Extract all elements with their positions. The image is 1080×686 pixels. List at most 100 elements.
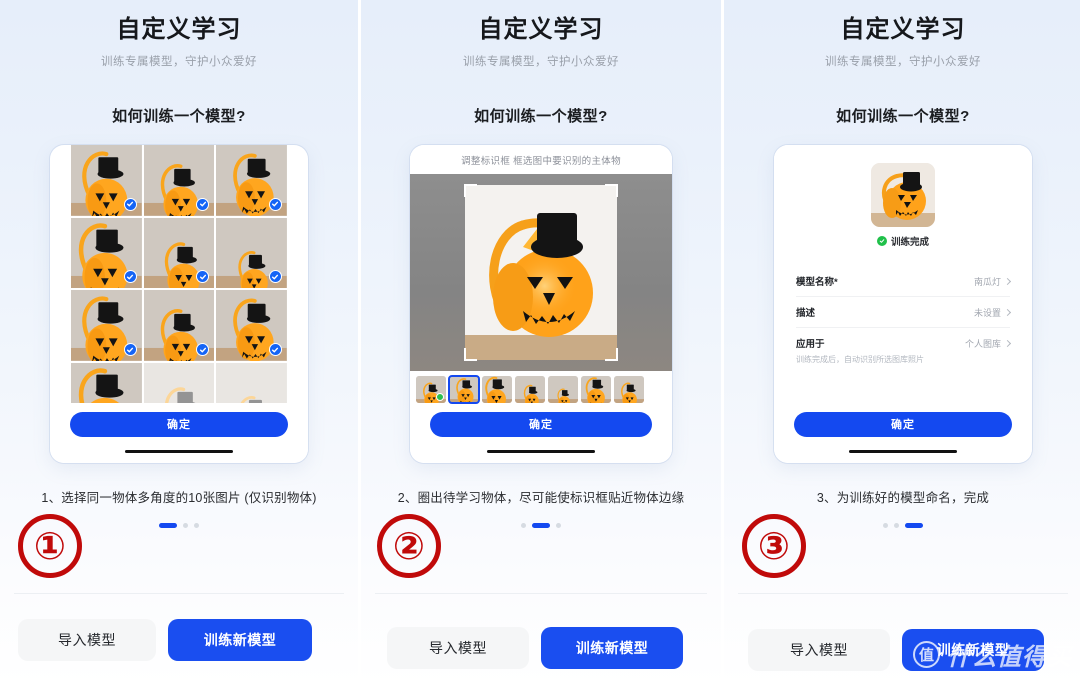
form-row-label: 应用于 [796, 339, 825, 350]
page-title: 自定义学习 [116, 16, 242, 43]
page-subtitle: 训练专属模型，守护小众爱好 [463, 56, 619, 68]
pumpkin-photo-icon [216, 363, 287, 403]
form-row-note: 训练完成后，自动识别所选图库照片 [796, 355, 924, 364]
photo-selected-check-icon[interactable] [123, 343, 137, 357]
photo-grid-item[interactable] [71, 290, 142, 362]
filmstrip-thumbnail[interactable] [515, 375, 545, 403]
form-row-label: 描述 [796, 308, 816, 319]
model-form-row[interactable]: 模型名称* 南瓜灯 [796, 266, 1012, 296]
training-status-label: 训练完成 [890, 237, 929, 248]
train-new-model-button[interactable]: 训练新模型 [541, 627, 683, 669]
page-dot-active[interactable] [159, 523, 177, 528]
filmstrip-thumbnail[interactable] [416, 375, 446, 403]
photo-grid-item[interactable] [143, 363, 215, 403]
filmstrip-thumbnail[interactable] [448, 374, 480, 404]
model-form: 模型名称* 南瓜灯描述 未设置应用于 个人图库训练完成后，自动识别所选图库照片 [796, 266, 1012, 365]
phone-mock-editor: 调整标识框 框选图中要识别的主体物 确定 [410, 145, 672, 463]
step-caption: 3、为训练好的模型命名，完成 [816, 491, 990, 505]
import-model-button[interactable]: 导入模型 [387, 627, 529, 669]
form-row-value: 个人图库 [964, 338, 1001, 349]
model-form-row[interactable]: 描述 未设置 [796, 297, 1012, 327]
step-number-badge-2: ② [377, 514, 441, 578]
subject-photo [464, 183, 618, 361]
pumpkin-photo-icon [143, 363, 215, 403]
section-question: 如何训练一个模型? [474, 108, 608, 125]
photo-grid-item[interactable] [143, 145, 215, 216]
photo-grid-item[interactable] [216, 145, 287, 216]
form-row-label: 模型名称* [796, 277, 838, 288]
confirm-button[interactable]: 确定 [70, 411, 288, 437]
chevron-right-icon [1003, 339, 1012, 347]
pumpkin-photo-icon [71, 363, 142, 403]
photo-grid-item[interactable] [71, 217, 142, 289]
step-number-badge-3: ③ [742, 514, 806, 578]
comparison-stage: 自定义学习 训练专属模型，守护小众爱好 如何训练一个模型? 确定 1、选择同一物… [0, 0, 1080, 686]
home-indicator [849, 449, 957, 453]
bounding-box[interactable] [464, 183, 618, 361]
page-dot[interactable] [894, 523, 899, 528]
photo-grid[interactable] [50, 145, 308, 403]
divider [14, 593, 344, 594]
train-new-model-button[interactable]: 训练新模型 [902, 629, 1044, 671]
form-row-value: 未设置 [973, 307, 1001, 318]
training-status: 训练完成 [796, 234, 1010, 248]
phone-mock-result: 训练完成 模型名称* 南瓜灯描述 未设置应用于 个人图库训练完成后，自动识别所选图库照… [774, 145, 1032, 463]
photo-selected-check-icon[interactable] [123, 270, 137, 284]
crop-stage[interactable] [410, 174, 672, 371]
model-thumbnail [871, 163, 935, 227]
photo-grid-item[interactable] [71, 145, 142, 216]
model-form-row[interactable]: 应用于 个人图库训练完成后，自动识别所选图库照片 [796, 328, 1012, 365]
bbox-handle-bottom-right[interactable] [605, 347, 618, 361]
photo-grid-item[interactable] [71, 363, 142, 403]
panel-step-2: 自定义学习 训练专属模型，守护小众爱好 如何训练一个模型? 调整标识框 框选图中… [359, 0, 721, 686]
divider [738, 593, 1068, 594]
pumpkin-lantern-thumb-icon [871, 163, 935, 227]
import-model-button[interactable]: 导入模型 [748, 629, 890, 671]
page-title: 自定义学习 [840, 16, 966, 43]
filmstrip-thumbnail[interactable] [482, 375, 512, 403]
train-new-model-button[interactable]: 训练新模型 [168, 619, 312, 661]
divider [375, 593, 707, 594]
page-dot[interactable] [521, 523, 526, 528]
page-dot[interactable] [883, 523, 888, 528]
photo-selected-check-icon[interactable] [196, 197, 210, 211]
confirm-button[interactable]: 确定 [430, 411, 652, 437]
home-indicator [487, 449, 595, 453]
import-model-button[interactable]: 导入模型 [18, 619, 156, 661]
footer-actions: 导入模型 训练新模型 [361, 622, 721, 674]
bbox-handle-top-left[interactable] [464, 183, 477, 197]
step-caption: 1、选择同一物体多角度的10张图片 (仅识别物体) [41, 491, 317, 505]
photo-grid-item[interactable] [143, 217, 215, 289]
filmstrip-thumbnail[interactable] [581, 375, 611, 403]
thumbnail-filmstrip[interactable] [410, 370, 672, 408]
step-number-badge-1: ① [18, 514, 82, 578]
page-subtitle: 训练专属模型，守护小众爱好 [101, 56, 257, 68]
page-dot[interactable] [556, 523, 561, 528]
filmstrip-thumbnail[interactable] [614, 375, 644, 403]
step-caption: 2、圈出待学习物体，尽可能使标识框贴近物体边缘 [397, 491, 685, 505]
photo-selected-check-icon[interactable] [123, 197, 137, 211]
page-dot-active[interactable] [532, 523, 550, 528]
confirm-button[interactable]: 确定 [794, 411, 1012, 437]
footer-actions: 导入模型 训练新模型 [0, 614, 358, 666]
page-dot[interactable] [194, 523, 199, 528]
phone-mock-grid: 确定 [50, 145, 308, 463]
photo-selected-check-icon[interactable] [268, 343, 282, 357]
bbox-handle-top-right[interactable] [605, 183, 618, 197]
page-dot[interactable] [183, 523, 188, 528]
home-indicator [125, 449, 233, 453]
page-title: 自定义学习 [478, 16, 604, 43]
photo-grid-item[interactable] [216, 217, 287, 289]
success-check-icon [876, 236, 887, 246]
photo-grid-item[interactable] [216, 363, 287, 403]
photo-grid-item[interactable] [216, 290, 287, 362]
photo-grid-item[interactable] [143, 290, 215, 362]
section-question: 如何训练一个模型? [836, 108, 970, 125]
panel-step-3: 自定义学习 训练专属模型，守护小众爱好 如何训练一个模型? 训练完成 模型名称*… [722, 0, 1080, 686]
photo-selected-check-icon[interactable] [268, 197, 282, 211]
form-row-value: 南瓜灯 [973, 276, 1001, 287]
filmstrip-thumbnail[interactable] [548, 375, 578, 403]
footer-actions: 导入模型 训练新模型 [724, 624, 1080, 676]
bbox-handle-bottom-left[interactable] [464, 347, 477, 361]
page-dot-active[interactable] [905, 523, 923, 528]
